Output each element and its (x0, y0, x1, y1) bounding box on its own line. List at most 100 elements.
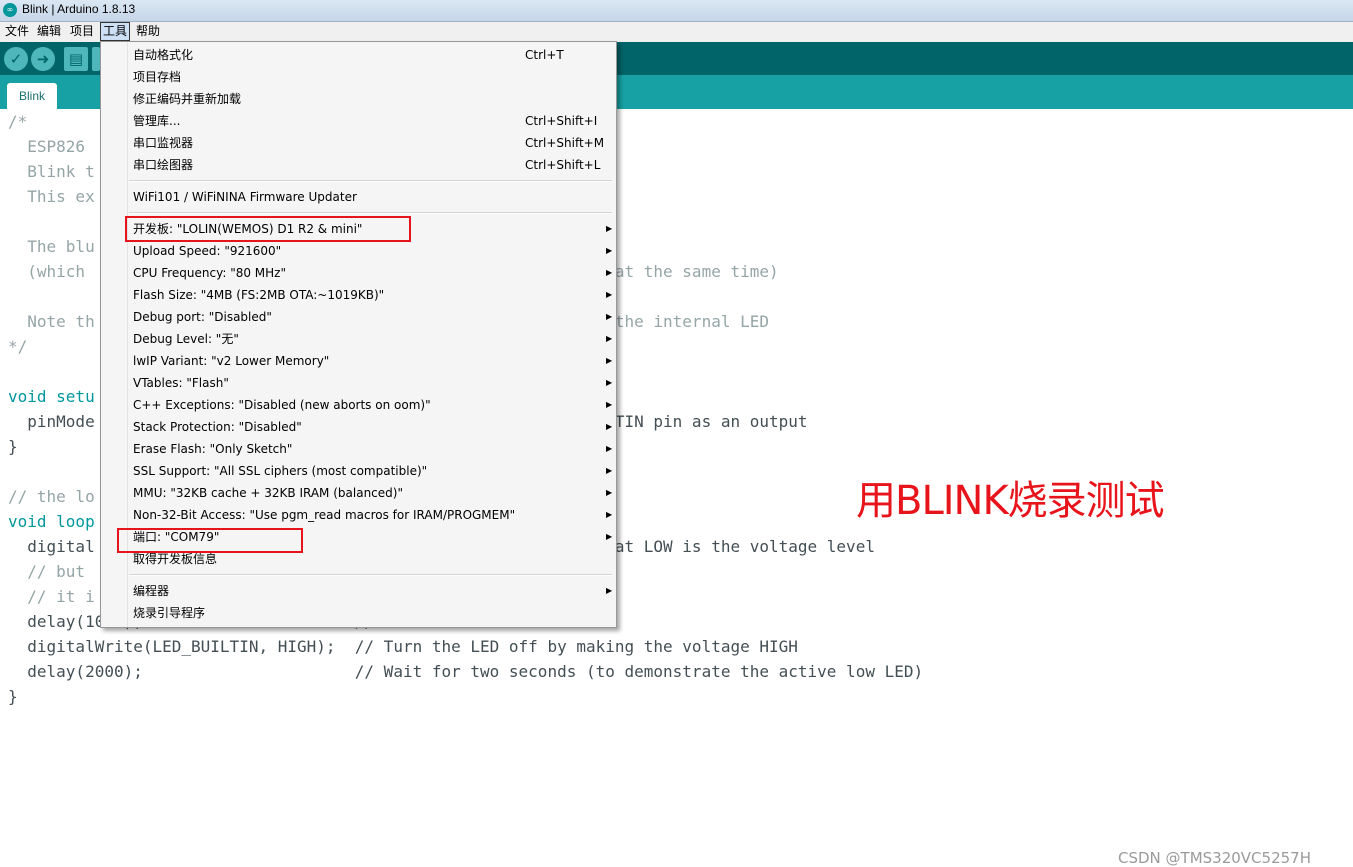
menu-item-label: lwIP Variant: "v2 Lower Memory" (133, 354, 330, 368)
menu-item[interactable]: MMU: "32KB cache + 32KB IRAM (balanced)"… (101, 482, 616, 504)
menu-item[interactable]: Flash Size: "4MB (FS:2MB OTA:~1019KB)" ▶ (101, 284, 616, 306)
menu-item[interactable]: 串口绘图器 Ctrl+Shift+L (101, 154, 616, 176)
menu-item-label: 项目存档 (133, 70, 182, 84)
new-file-icon: ▤ (68, 50, 84, 68)
menu-item-label: C++ Exceptions: "Disabled (new aborts on… (133, 398, 431, 412)
code-line: delay(2000); // Wait for two seconds (to… (8, 662, 924, 681)
menu-separator (129, 574, 612, 576)
menu-edit[interactable]: 编辑 (35, 23, 63, 40)
submenu-arrow-icon: ▶ (606, 444, 613, 453)
menu-item[interactable]: CPU Frequency: "80 MHz" ▶ (101, 262, 616, 284)
menu-item-shortcut: Ctrl+Shift+L (525, 158, 601, 172)
code-line: */ (8, 337, 28, 356)
submenu-arrow-icon: ▶ (606, 312, 613, 321)
menu-item[interactable]: lwIP Variant: "v2 Lower Memory" ▶ (101, 350, 616, 372)
code-line: // but (8, 562, 86, 581)
menu-item-label: 串口绘图器 (133, 158, 194, 172)
code-line: Blink t (8, 162, 95, 181)
code-line: digitalWrite(LED_BUILTIN, HIGH); // Turn… (8, 637, 798, 656)
menu-item[interactable]: WiFi101 / WiFiNINA Firmware Updater (101, 186, 616, 208)
menu-item[interactable]: Stack Protection: "Disabled" ▶ (101, 416, 616, 438)
menu-item-label: 串口监视器 (133, 136, 194, 150)
menu-item[interactable]: 编程器 ▶ (101, 580, 616, 602)
menu-item-label: Debug port: "Disabled" (133, 310, 272, 324)
code-line: } (8, 687, 18, 706)
menu-item-shortcut: Ctrl+Shift+M (525, 136, 605, 150)
menu-item[interactable]: 修正编码并重新加载 (101, 88, 616, 110)
submenu-arrow-icon: ▶ (606, 378, 613, 387)
menu-item[interactable]: Erase Flash: "Only Sketch" ▶ (101, 438, 616, 460)
menu-item[interactable]: 管理库... Ctrl+Shift+I (101, 110, 616, 132)
board-highlight-box (125, 216, 411, 242)
menu-item-label: CPU Frequency: "80 MHz" (133, 266, 286, 280)
menu-bar: 文件 编辑 项目 工具 帮助 (0, 22, 1353, 42)
menu-item[interactable]: Upload Speed: "921600" ▶ (101, 240, 616, 262)
submenu-arrow-icon: ▶ (606, 422, 613, 431)
menu-item-label: WiFi101 / WiFiNINA Firmware Updater (133, 190, 357, 204)
menu-item-label: MMU: "32KB cache + 32KB IRAM (balanced)" (133, 486, 403, 500)
menu-item[interactable]: VTables: "Flash" ▶ (101, 372, 616, 394)
menu-item-label: 烧录引导程序 (133, 606, 206, 620)
menu-item-label: Stack Protection: "Disabled" (133, 420, 302, 434)
submenu-arrow-icon: ▶ (606, 400, 613, 409)
menu-separator (129, 180, 612, 182)
submenu-arrow-icon: ▶ (606, 586, 613, 595)
window-title: Blink | Arduino 1.8.13 (22, 2, 136, 16)
menu-item[interactable]: 项目存档 (101, 66, 616, 88)
menu-item[interactable]: 自动格式化 Ctrl+T (101, 44, 616, 66)
menu-item-label: 编程器 (133, 584, 170, 598)
menu-help[interactable]: 帮助 (134, 23, 162, 40)
verify-button[interactable]: ✓ (4, 47, 28, 71)
submenu-arrow-icon: ▶ (606, 268, 613, 277)
code-line: ESP826 (8, 137, 86, 156)
port-highlight-box (117, 528, 303, 553)
new-button[interactable]: ▤ (64, 47, 88, 71)
title-bar: ∞ Blink | Arduino 1.8.13 (0, 0, 1353, 22)
menu-item[interactable]: C++ Exceptions: "Disabled (new aborts on… (101, 394, 616, 416)
menu-tools[interactable]: 工具 (100, 22, 131, 41)
code-line: /* (8, 112, 28, 131)
menu-item-label: Upload Speed: "921600" (133, 244, 282, 258)
check-icon: ✓ (9, 50, 23, 68)
menu-project[interactable]: 项目 (68, 23, 96, 40)
code-line: } (8, 437, 18, 456)
menu-item-label: Erase Flash: "Only Sketch" (133, 442, 293, 456)
code-line: void setu (8, 387, 95, 406)
watermark: CSDN @TMS320VC5257H (1118, 849, 1311, 867)
submenu-arrow-icon: ▶ (606, 466, 613, 475)
menu-item-label: 修正编码并重新加载 (133, 92, 242, 106)
upload-button[interactable]: ➜ (31, 47, 55, 71)
menu-item-label: Debug Level: "无" (133, 332, 239, 346)
submenu-arrow-icon: ▶ (606, 356, 613, 365)
menu-item[interactable]: Debug Level: "无" ▶ (101, 328, 616, 350)
submenu-arrow-icon: ▶ (606, 290, 613, 299)
arduino-icon: ∞ (3, 3, 17, 17)
tab-blink[interactable]: Blink (7, 83, 57, 109)
submenu-arrow-icon: ▶ (606, 532, 613, 541)
submenu-arrow-icon: ▶ (606, 224, 613, 233)
menu-item-label: VTables: "Flash" (133, 376, 229, 390)
menu-item-label: SSL Support: "All SSL ciphers (most comp… (133, 464, 428, 478)
menu-item[interactable]: 串口监视器 Ctrl+Shift+M (101, 132, 616, 154)
menu-item[interactable]: SSL Support: "All SSL ciphers (most comp… (101, 460, 616, 482)
menu-item-shortcut: Ctrl+Shift+I (525, 114, 598, 128)
menu-separator (129, 212, 612, 214)
menu-item-shortcut: Ctrl+T (525, 48, 564, 62)
menu-item-label: Non-32-Bit Access: "Use pgm_read macros … (133, 508, 516, 522)
menu-item-label: Flash Size: "4MB (FS:2MB OTA:~1019KB)" (133, 288, 385, 302)
menu-item-label: 管理库... (133, 114, 181, 128)
open-button[interactable] (92, 47, 100, 71)
menu-item[interactable]: Non-32-Bit Access: "Use pgm_read macros … (101, 504, 616, 526)
code-line: // it i (8, 587, 95, 606)
tools-menu: 自动格式化 Ctrl+T 项目存档修正编码并重新加载 管理库... Ctrl+Shift… (100, 41, 617, 628)
menu-item[interactable]: Debug port: "Disabled" ▶ (101, 306, 616, 328)
submenu-arrow-icon: ▶ (606, 246, 613, 255)
code-line: void loop (8, 512, 95, 531)
menu-file[interactable]: 文件 (3, 23, 31, 40)
submenu-arrow-icon: ▶ (606, 510, 613, 519)
code-line: // the lo (8, 487, 95, 506)
code-line: This ex (8, 187, 95, 206)
submenu-arrow-icon: ▶ (606, 334, 613, 343)
menu-item[interactable]: 烧录引导程序 (101, 602, 616, 624)
menu-item-label: 自动格式化 (133, 48, 194, 62)
